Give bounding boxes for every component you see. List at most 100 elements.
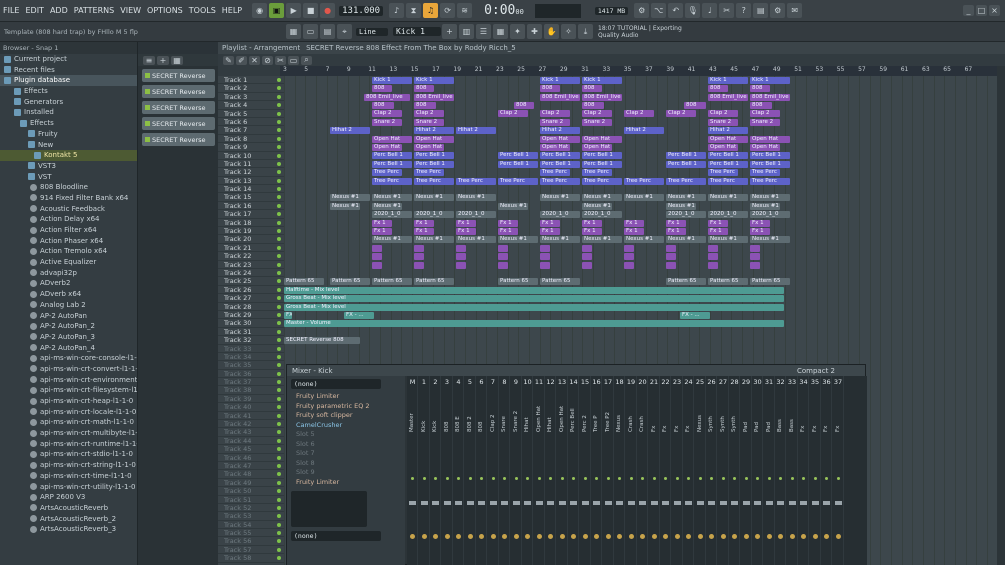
strip-led[interactable] xyxy=(583,477,587,480)
pattern-clip[interactable]: Kick 1 xyxy=(708,76,748,84)
pattern-select[interactable]: Kick 1 xyxy=(393,27,441,36)
track-header[interactable]: Track 47 xyxy=(218,462,284,471)
track-header[interactable]: Track 26 xyxy=(218,286,284,295)
track-header[interactable]: Track 58 xyxy=(218,554,284,563)
track-mute-led[interactable] xyxy=(277,531,281,536)
pattern-clip[interactable]: Kick 1 xyxy=(750,76,790,84)
track-header[interactable]: Track 30 xyxy=(218,319,284,328)
track-header[interactable]: Track 13 xyxy=(218,177,284,186)
download-icon[interactable]: ⤓ xyxy=(578,24,593,39)
track-header[interactable]: Track 55 xyxy=(218,529,284,538)
browser-item[interactable]: api-ms-win-crt-heap-l1-1-0 xyxy=(0,396,137,407)
pattern-clip[interactable]: 808 xyxy=(414,85,434,93)
pattern-clip[interactable]: Nexus #1 xyxy=(540,194,580,202)
draw-tool-icon[interactable]: ✎ xyxy=(223,55,234,65)
strip-led[interactable] xyxy=(836,477,840,480)
track-header[interactable]: Track 38 xyxy=(218,386,284,395)
mixer-strip[interactable]: 2 Kick xyxy=(430,376,441,565)
pan-knob[interactable] xyxy=(686,534,691,539)
track-header[interactable]: Track 48 xyxy=(218,470,284,479)
mixer-strip[interactable]: 24 Fx xyxy=(683,376,694,565)
zoom-tool-icon[interactable]: ⌕ xyxy=(301,55,312,65)
pattern-clip[interactable]: Tree Perc xyxy=(666,177,706,185)
strip-led[interactable] xyxy=(549,477,552,480)
pan-knob[interactable] xyxy=(548,534,553,539)
pattern-clip[interactable]: SECRET Reverse 808 xyxy=(284,337,360,345)
slice-tool-icon[interactable]: ✂ xyxy=(275,55,286,65)
pattern-clip[interactable]: Open Hat xyxy=(582,135,622,143)
track-mute-led[interactable] xyxy=(277,413,281,418)
mixer-strip[interactable]: 37 Fx xyxy=(833,376,844,565)
browser-item[interactable]: VST xyxy=(0,172,137,183)
track-header[interactable]: Track 39 xyxy=(218,395,284,404)
pattern-clip[interactable]: Snare 2 xyxy=(540,118,570,126)
pattern-clip[interactable]: Nexus #1 xyxy=(750,194,790,202)
pattern-clip[interactable]: Nexus #1 xyxy=(750,202,780,210)
pattern-clip[interactable]: Tree Perc xyxy=(582,169,612,177)
track-header[interactable]: Track 42 xyxy=(218,420,284,429)
track-mute-led[interactable] xyxy=(277,187,281,192)
pattern-clip[interactable] xyxy=(750,253,760,261)
pattern-clip[interactable]: Tree Perc xyxy=(372,177,412,185)
strip-led[interactable] xyxy=(756,477,759,480)
select-tool-icon[interactable]: ▭ xyxy=(288,55,299,65)
touch-icon[interactable]: ✋ xyxy=(544,24,559,39)
pattern-clip[interactable]: Tree Perc xyxy=(414,177,454,185)
pattern-clip[interactable]: Tree Perc xyxy=(624,177,664,185)
mixer-strip[interactable]: 15 Perc 2 xyxy=(580,376,591,565)
pattern-clip[interactable]: Nexus #1 xyxy=(708,236,748,244)
mixer-strip[interactable]: 35 Fx xyxy=(810,376,821,565)
pattern-clip[interactable]: Clap 2 xyxy=(666,110,696,118)
pattern-clip[interactable]: Nexus #1 xyxy=(414,236,454,244)
pattern-clip[interactable]: Perc Bell 1 xyxy=(540,160,580,168)
pattern-clip[interactable] xyxy=(540,261,550,269)
pattern-clip[interactable]: Fx 1 xyxy=(666,219,686,227)
track-mute-led[interactable] xyxy=(277,279,281,284)
volume-fader[interactable] xyxy=(800,501,807,505)
browser-item[interactable]: ArtsAcousticReverb xyxy=(0,503,137,514)
pattern-clip[interactable] xyxy=(582,244,592,252)
pan-knob[interactable] xyxy=(778,534,783,539)
pattern-clip[interactable]: 2020_1_0 xyxy=(540,211,580,219)
pan-knob[interactable] xyxy=(467,534,473,539)
fx-slot[interactable]: Fruity soft clipper xyxy=(287,411,405,421)
mixer-strip[interactable]: 30 Pad xyxy=(752,376,763,565)
track-header[interactable]: Track 17 xyxy=(218,210,284,219)
pan-knob[interactable] xyxy=(812,534,818,539)
strip-led[interactable] xyxy=(790,477,794,480)
record-button[interactable]: ● xyxy=(320,3,336,18)
volume-fader[interactable] xyxy=(823,501,830,505)
track-header[interactable]: Track 12 xyxy=(218,168,284,177)
track-header[interactable]: Track 27 xyxy=(218,294,284,303)
volume-fader[interactable] xyxy=(811,501,819,505)
plugin-picker-icon[interactable]: ✦ xyxy=(510,24,525,39)
track-mute-led[interactable] xyxy=(277,161,281,166)
pan-knob[interactable] xyxy=(651,534,657,539)
pattern-clip[interactable]: Clap 2 xyxy=(582,110,612,118)
pattern-clip[interactable]: Nexus #1 xyxy=(330,194,370,202)
strip-led[interactable] xyxy=(618,477,621,480)
pattern-clip[interactable] xyxy=(414,253,424,261)
pattern-clip[interactable]: 2020_1_0 xyxy=(582,211,622,219)
pattern-clip[interactable]: Open Hat xyxy=(372,143,402,151)
volume-fader[interactable] xyxy=(478,501,485,505)
pattern-clip[interactable]: Nexus #1 xyxy=(624,236,664,244)
timeline-ruler[interactable]: 3 5 7 9 11 13 15 17 19 21 23 25 27 29 31 33 35 37 39 41 43 45… xyxy=(280,66,1005,76)
pattern-clip[interactable]: Gross Beat - Mix level xyxy=(284,295,784,303)
pattern-clip[interactable] xyxy=(456,261,466,269)
track-header[interactable]: Track 21 xyxy=(218,244,284,253)
pan-knob[interactable] xyxy=(536,534,542,539)
pattern-clip[interactable]: Fx 1 xyxy=(666,227,686,235)
pattern-clip[interactable]: Perc Bell 1 xyxy=(708,152,748,160)
browser-item[interactable]: api-ms-win-crt-time-l1-1-0 xyxy=(0,471,137,482)
pattern-picker-icon[interactable]: ▦ xyxy=(286,24,301,39)
volume-fader[interactable] xyxy=(788,501,796,505)
pattern-clip[interactable] xyxy=(624,253,634,261)
pattern-clip[interactable]: Hihat 2 xyxy=(540,127,580,135)
channel-rack-icon[interactable]: ☰ xyxy=(476,24,491,39)
track-mute-led[interactable] xyxy=(277,363,281,368)
mixer-strip[interactable]: 19 Crash xyxy=(626,376,637,565)
channel-led[interactable] xyxy=(145,137,150,142)
pattern-clip[interactable]: Nexus #1 xyxy=(372,236,412,244)
pan-knob[interactable] xyxy=(410,534,415,539)
